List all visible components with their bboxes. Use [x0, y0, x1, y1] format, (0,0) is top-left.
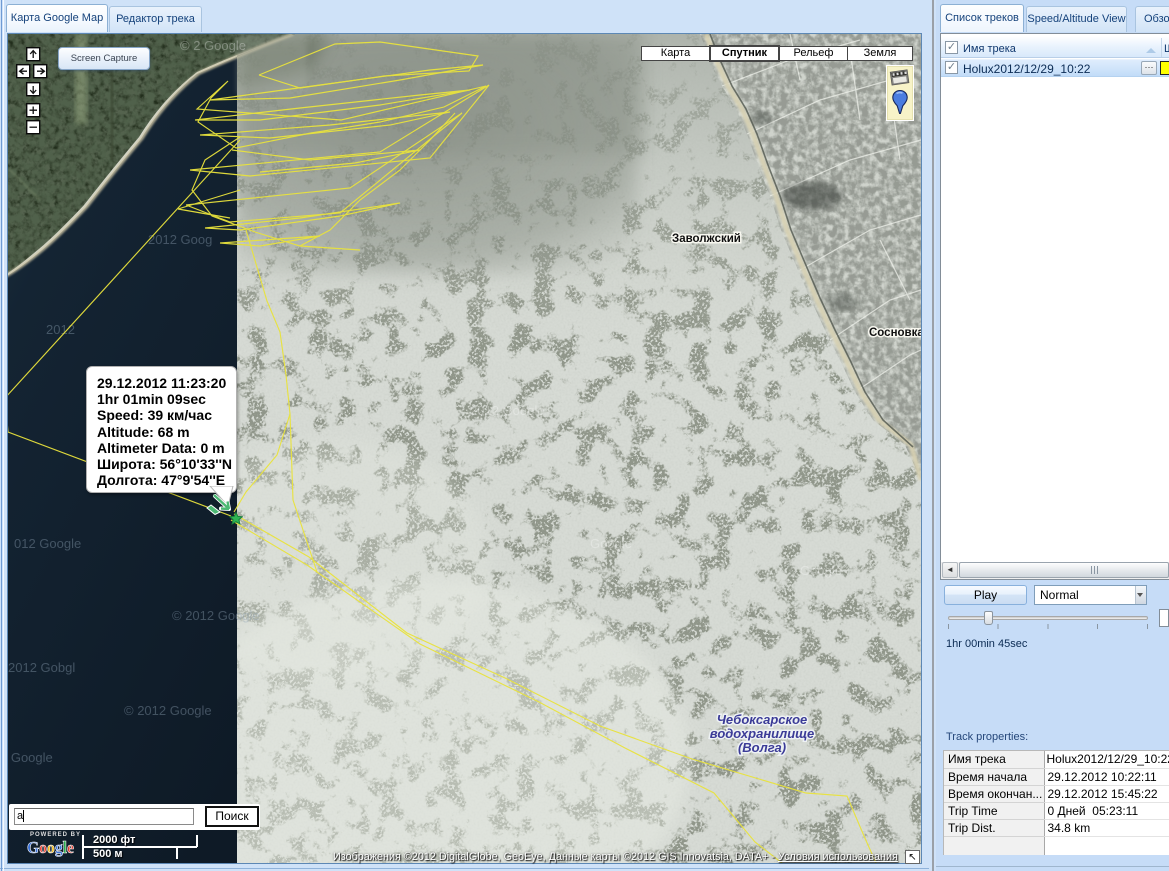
svg-text:2012: 2012	[46, 322, 75, 337]
svg-text:Google: Google	[590, 536, 632, 551]
svg-text:2012 Goog: 2012 Goog	[148, 232, 212, 247]
svg-text:© 2 Google: © 2 Google	[180, 38, 246, 53]
svg-text:водохранилище: водохранилище	[710, 726, 814, 741]
svg-text:2012 Google: 2012 Google	[470, 403, 544, 418]
svg-text:© 2012 Google: © 2012 Google	[172, 608, 260, 623]
svg-text:Сосновка: Сосновка	[869, 327, 921, 339]
svg-text:012 Google: 012 Google	[14, 536, 81, 551]
svg-text:© 2012 Google: © 2012 Google	[124, 703, 212, 718]
svg-text:Чебоксарское: Чебоксарское	[717, 712, 808, 727]
svg-text:2012 Gobgl: 2012 Gobgl	[8, 660, 75, 675]
svg-text:Заволжский: Заволжский	[672, 233, 741, 245]
svg-text:Google: Google	[800, 563, 842, 578]
svg-text:2 Google: 2 Google	[8, 750, 53, 765]
svg-text:(Волга): (Волга)	[738, 740, 786, 755]
